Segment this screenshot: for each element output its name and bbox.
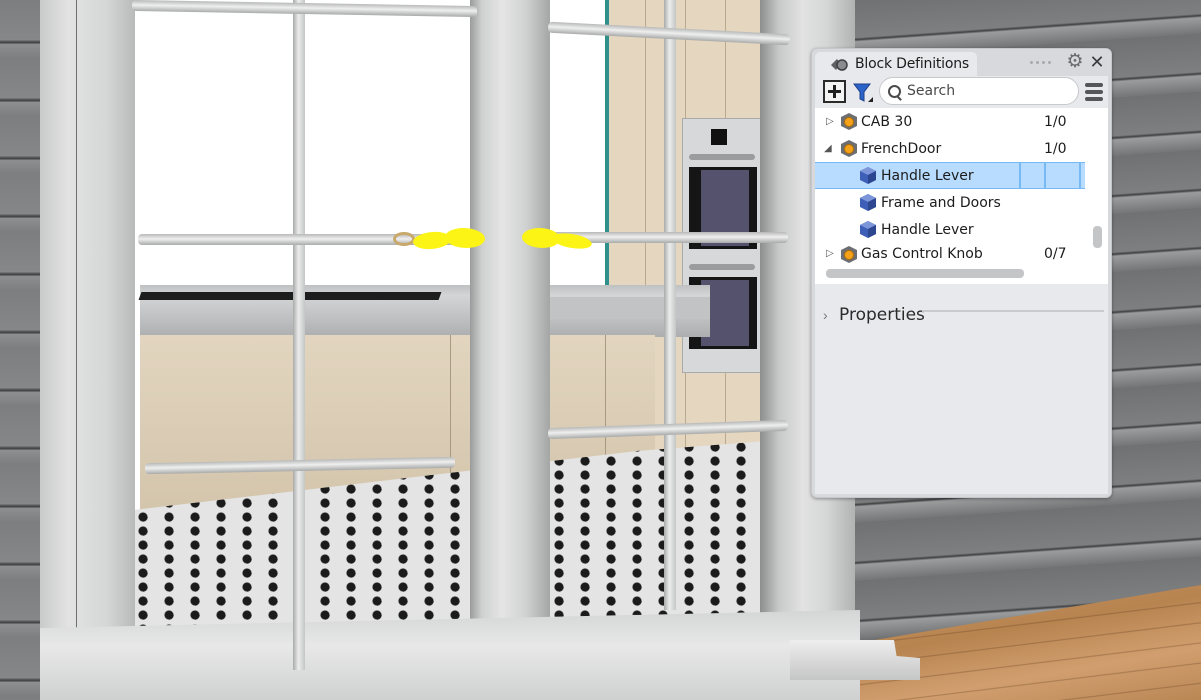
block-icon-orange — [841, 113, 857, 130]
tree-item-label: Handle Lever — [881, 167, 974, 184]
gear-icon[interactable]: ⚙ — [1065, 52, 1085, 72]
panel-body: ▷ CAB 30 1/0 ◢ FrenchDoor 1/0 — [815, 76, 1108, 494]
door-mullion-vertical — [664, 0, 676, 610]
tree-item-label: Frame and Doors — [881, 194, 1001, 211]
countertop-extension — [550, 297, 710, 319]
properties-label: Properties — [839, 305, 925, 325]
exterior-siding-left — [0, 0, 45, 700]
door-frame-center-stiles — [470, 0, 550, 680]
add-block-button[interactable] — [823, 80, 846, 103]
handle-lever-left-highlighted[interactable] — [445, 228, 485, 248]
panel-menu-button[interactable] — [1085, 83, 1103, 101]
section-divider — [922, 310, 1104, 312]
tree-item-label: Gas Control Knob — [861, 246, 983, 262]
collapse-icon[interactable]: ◢ — [824, 144, 834, 154]
tree-item[interactable]: Frame and Doors — [815, 189, 1085, 216]
panel-header: Block Definitions ⚙ ✕ — [812, 49, 1111, 76]
tab-block-definitions[interactable]: Block Definitions — [815, 52, 977, 76]
block-definitions-panel: Block Definitions ⚙ ✕ Search ▷ CAB 30 1/… — [811, 48, 1112, 498]
search-icon — [888, 84, 901, 98]
tree-item[interactable]: ◢ FrenchDoor 1/0 — [815, 135, 1085, 162]
properties-section-header[interactable]: › Properties — [815, 300, 1108, 330]
block-definitions-icon — [829, 56, 849, 72]
search-box[interactable] — [879, 77, 1079, 105]
filter-icon — [853, 83, 873, 102]
kitchen-interior — [130, 0, 780, 660]
close-icon[interactable]: ✕ — [1088, 52, 1106, 72]
block-icon-blue — [860, 194, 876, 211]
handle-rosette-left — [393, 232, 415, 246]
chevron-right-icon[interactable]: › — [823, 307, 828, 323]
block-icon-orange — [841, 140, 857, 157]
door-frame-left — [40, 0, 135, 700]
tree-item-label: CAB 30 — [861, 113, 913, 130]
tree-item-count: 1/0 — [1044, 140, 1067, 157]
panel-drag-grip[interactable] — [1030, 61, 1051, 64]
block-icon-orange — [841, 246, 857, 263]
panel-title: Block Definitions — [855, 56, 970, 72]
row-cell-dividers — [1019, 162, 1085, 189]
tree-item[interactable]: ▷ Gas Control Knob 0/7 — [815, 243, 1085, 263]
expand-icon[interactable]: ▷ — [826, 116, 836, 127]
tree-item-count: 1/0 — [1044, 113, 1067, 130]
search-input[interactable] — [907, 83, 1067, 99]
panel-toolbar — [815, 76, 1108, 108]
block-icon-blue — [860, 221, 876, 238]
tree-item-label: Handle Lever — [881, 221, 974, 238]
tree-horizontal-scrollbar[interactable] — [826, 269, 1024, 278]
door-mullion-vertical — [293, 0, 305, 670]
expand-icon[interactable]: ▷ — [826, 249, 836, 259]
tree-item-count: 0/7 — [1044, 246, 1067, 262]
filter-button[interactable] — [853, 82, 875, 104]
block-icon-blue — [860, 167, 876, 184]
tree-vertical-scrollbar[interactable] — [1093, 226, 1102, 248]
tree-item-label: FrenchDoor — [861, 140, 942, 157]
tree-item-selected[interactable]: Handle Lever — [815, 162, 1085, 189]
tree-item[interactable]: ▷ CAB 30 1/0 — [815, 108, 1085, 135]
block-tree: ▷ CAB 30 1/0 ◢ FrenchDoor 1/0 Handle Lev… — [815, 108, 1108, 284]
tree-item[interactable]: Handle Lever — [815, 216, 1085, 243]
cooktop — [138, 292, 442, 300]
